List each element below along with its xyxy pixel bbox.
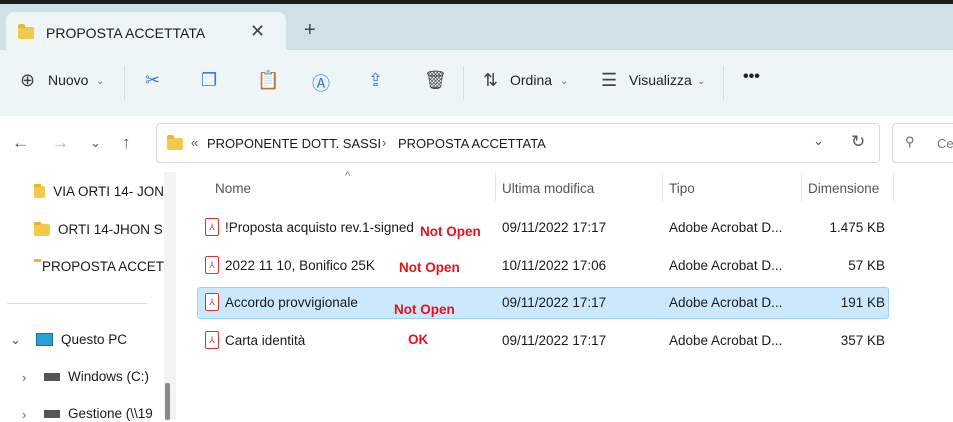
cut-icon[interactable]: ✂ — [145, 70, 160, 91]
monitor-icon — [36, 333, 53, 346]
sidebar-item[interactable]: PROPOSTA ACCETTATA — [34, 259, 164, 274]
chevron-right-icon[interactable]: › — [22, 370, 26, 385]
chevron-down-icon[interactable]: ⌄ — [813, 133, 824, 149]
sort-button[interactable]: Ordina — [510, 72, 552, 88]
new-button[interactable]: Nuovo — [48, 72, 88, 88]
pdf-file-icon: ⅄ — [205, 331, 219, 349]
copy-icon[interactable]: ❐ — [201, 70, 217, 91]
file-type: Adobe Acrobat D... — [669, 295, 783, 310]
folder-icon — [167, 135, 183, 150]
annotation-note: Not Open — [399, 260, 460, 275]
sidebar-item-drive[interactable]: Windows (C:) — [44, 369, 174, 384]
file-size: 57 KB — [848, 258, 885, 273]
tab-proposta-accettata[interactable]: PROPOSTA ACCETTATA ✕ — [6, 12, 286, 52]
view-icon: ☰ — [601, 70, 618, 90]
file-name: Accordo provvigionale — [225, 295, 358, 310]
share-icon[interactable]: ⇪ — [368, 70, 383, 91]
sidebar-item[interactable]: ORTI 14-JHON S — [34, 222, 164, 237]
more-options-button[interactable]: ••• — [743, 68, 760, 86]
pdf-file-icon: ⅄ — [205, 256, 219, 274]
tab-title: PROPOSTA ACCETTATA — [46, 25, 206, 41]
column-header-name[interactable]: Nome — [215, 181, 251, 196]
recent-locations-button[interactable]: ⌄ — [90, 135, 101, 151]
file-size: 1.475 KB — [829, 220, 885, 235]
folder-icon — [34, 222, 50, 236]
new-tab-button[interactable]: + — [304, 19, 316, 42]
chevron-down-icon: ⌄ — [560, 76, 569, 87]
file-size: 357 KB — [840, 333, 885, 348]
divider — [7, 303, 147, 304]
file-type: Adobe Acrobat D... — [669, 258, 783, 273]
drive-icon — [44, 372, 60, 381]
file-row[interactable]: ⅄ Carta identità 09/11/2022 17:17 Adobe … — [197, 325, 889, 357]
column-header-size[interactable]: Dimensione — [808, 181, 879, 196]
divider — [463, 66, 464, 100]
paste-icon[interactable]: 📋 — [257, 70, 279, 91]
back-button[interactable]: ← — [12, 133, 29, 153]
file-size: 191 KB — [840, 295, 885, 310]
annotation-note: OK — [408, 332, 429, 347]
divider — [124, 66, 125, 100]
file-row[interactable]: ⅄ 2022 11 10, Bonifico 25K 10/11/2022 17… — [197, 250, 889, 282]
navigation-pane: VIA ORTI 14- JON ORTI 14-JHON S PROPOSTA… — [0, 170, 166, 422]
pdf-file-icon: ⅄ — [205, 293, 219, 311]
sidebar-item[interactable]: VIA ORTI 14- JON — [34, 184, 164, 199]
folder-icon — [18, 24, 34, 39]
divider — [662, 172, 663, 202]
search-placeholder: Ce — [937, 136, 953, 151]
column-header-type[interactable]: Tipo — [669, 181, 695, 196]
rename-icon[interactable]: Ⓐ — [312, 70, 330, 96]
sort-icon: ⇅ — [483, 70, 499, 90]
close-icon[interactable]: ✕ — [250, 21, 265, 42]
breadcrumb-item[interactable]: PROPOSTA ACCETTATA — [398, 136, 546, 151]
refresh-icon[interactable]: ↻ — [851, 132, 865, 152]
annotation-note: Not Open — [394, 302, 455, 317]
chevron-down-icon: ⌄ — [96, 76, 105, 87]
up-button[interactable]: ↑ — [122, 133, 131, 153]
divider — [893, 172, 894, 202]
delete-icon[interactable]: 🗑 — [424, 70, 447, 91]
file-modified: 09/11/2022 17:17 — [502, 220, 607, 235]
file-row[interactable]: ⅄ !Proposta acquisto rev.1-signed 09/11/… — [197, 212, 889, 244]
chevron-right-icon: › — [382, 135, 387, 150]
view-button[interactable]: Visualizza — [629, 72, 692, 88]
file-name: 2022 11 10, Bonifico 25K — [225, 258, 375, 273]
sidebar-scrollbar-thumb[interactable] — [165, 383, 170, 420]
file-modified: 10/11/2022 17:06 — [502, 258, 607, 273]
forward-button[interactable]: → — [52, 133, 69, 153]
file-name: !Proposta acquisto rev.1-signed — [225, 220, 414, 235]
plus-circle-icon: ⊕ — [20, 70, 36, 90]
file-type: Adobe Acrobat D... — [669, 333, 783, 348]
network-drive-icon — [44, 409, 60, 418]
divider — [495, 172, 496, 202]
address-bar[interactable]: « PROPONENTE DOTT. SASSI › PROPOSTA ACCE… — [156, 123, 880, 163]
breadcrumb-item[interactable]: PROPONENTE DOTT. SASSI — [207, 136, 381, 151]
file-type: Adobe Acrobat D... — [669, 220, 783, 235]
divider — [723, 66, 724, 100]
sort-ascending-icon: ^ — [345, 170, 351, 182]
sidebar-item-drive[interactable]: Gestione (\\19 — [44, 406, 174, 421]
command-bar: ⊕ Nuovo ⌄ ✂ ❐ 📋 Ⓐ ⇪ 🗑 ⇅ Ordina ⌄ ☰ Visua… — [0, 50, 953, 116]
pdf-file-icon: ⅄ — [205, 218, 219, 236]
divider — [801, 172, 802, 202]
chevron-down-icon: ⌄ — [697, 76, 706, 87]
search-icon: ⚲ — [905, 134, 915, 149]
file-row-selected[interactable]: ⅄ Accordo provvigionale 09/11/2022 17:17… — [197, 287, 889, 319]
file-modified: 09/11/2022 17:17 — [502, 295, 607, 310]
annotation-note: Not Open — [420, 224, 481, 239]
file-name: Carta identità — [225, 333, 306, 348]
column-header-modified[interactable]: Ultima modifica — [502, 181, 594, 196]
chevron-down-icon[interactable]: ⌄ — [10, 332, 21, 348]
file-modified: 09/11/2022 17:17 — [502, 333, 607, 348]
folder-icon — [34, 184, 46, 198]
sidebar-item-this-pc[interactable]: Questo PC — [36, 332, 166, 347]
search-input[interactable]: ⚲ Ce — [892, 123, 953, 163]
